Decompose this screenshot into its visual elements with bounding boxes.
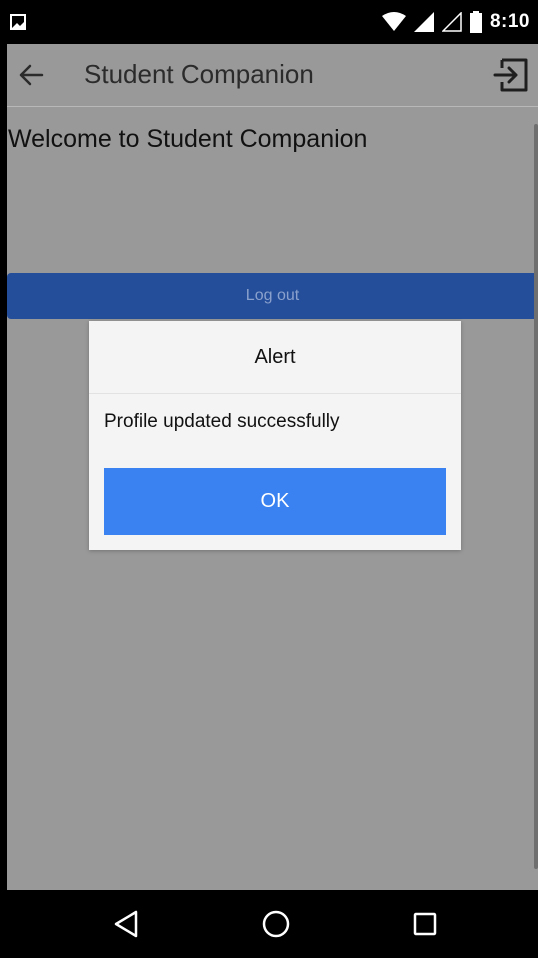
alert-dialog: Alert Profile updated successfully OK: [89, 321, 461, 550]
back-triangle-icon[interactable]: [112, 909, 142, 939]
status-time: 8:10: [489, 11, 530, 32]
app-title: Student Companion: [84, 59, 314, 89]
wifi-icon: [381, 12, 406, 31]
status-icons: 8:10: [381, 10, 530, 34]
app-bar: Student Companion: [7, 44, 538, 107]
battery-icon: [469, 11, 482, 33]
status-bar: 8:10: [0, 0, 538, 44]
arrow-left-icon[interactable]: [17, 61, 45, 89]
recents-square-icon[interactable]: [410, 909, 440, 939]
dialog-message: Profile updated successfully: [104, 411, 340, 432]
home-circle-icon[interactable]: [261, 909, 291, 939]
logout-button[interactable]: Log out: [7, 273, 538, 319]
ok-button[interactable]: OK: [104, 468, 446, 535]
signal-empty-icon: [441, 12, 462, 32]
navigation-bar: [0, 890, 538, 958]
signal-full-icon: [413, 12, 434, 32]
exit-icon[interactable]: [492, 56, 530, 94]
welcome-heading: Welcome to Student Companion: [8, 125, 368, 153]
scrollbar[interactable]: [534, 124, 538, 869]
gallery-icon: [10, 14, 26, 30]
dialog-title: Alert: [89, 321, 461, 394]
